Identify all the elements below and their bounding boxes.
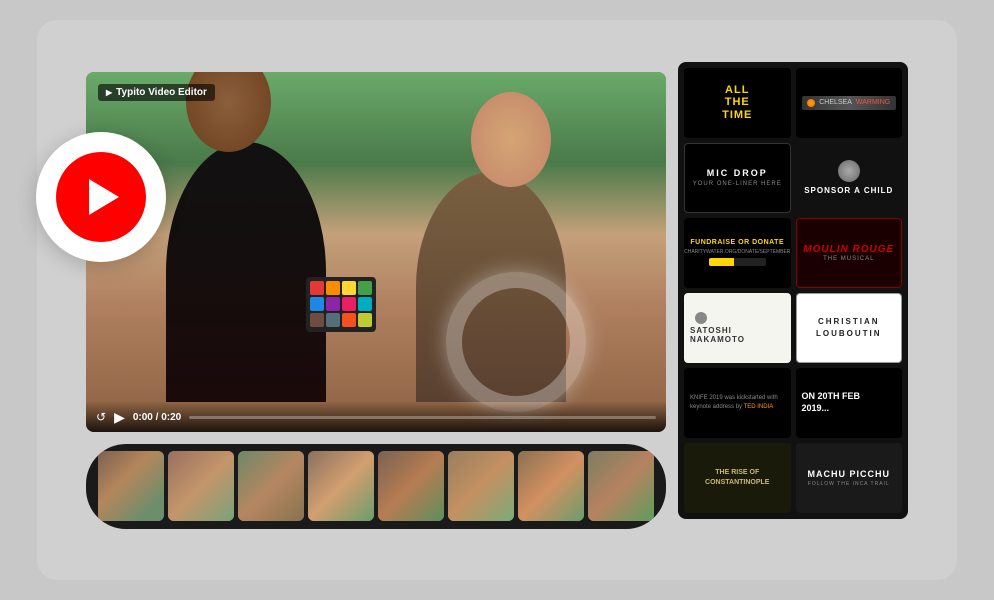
video-scene bbox=[86, 72, 666, 432]
video-player[interactable]: Typito Video Editor ↺ ▶ 0:00 / 0:20 bbox=[86, 72, 666, 432]
fundraise-progress-fill bbox=[709, 258, 735, 266]
template-panel: ALLTHETIME CHELSEA WARMING MIC DROP YOUR… bbox=[678, 62, 908, 519]
film-frame bbox=[238, 451, 304, 521]
film-frame bbox=[98, 451, 164, 521]
film-frame bbox=[308, 451, 374, 521]
play-button[interactable]: ▶ bbox=[114, 409, 125, 426]
machu-picchu-title: MACHU PICCHU bbox=[808, 469, 891, 479]
constantinople-title: THE RISE OFCONSTANTINOPLE bbox=[705, 468, 769, 486]
knife-text: KNIFE 2019 was kickstarted with keynote … bbox=[690, 394, 785, 411]
video-controls: ↺ ▶ 0:00 / 0:20 bbox=[86, 401, 666, 432]
machu-picchu-subtitle: FOLLOW THE INCA TRAIL bbox=[808, 481, 890, 487]
template-card-satoshi[interactable]: SATOSHI NAKAMOTO bbox=[684, 293, 791, 363]
time-display: 0:00 / 0:20 bbox=[133, 412, 181, 423]
satoshi-dot-icon bbox=[695, 312, 707, 324]
ring-light bbox=[446, 272, 586, 412]
fundraise-title: FUNDRAISE OR DONATE bbox=[690, 239, 784, 246]
chelsea-bar: CHELSEA WARMING bbox=[802, 96, 897, 110]
template-card-constantinople[interactable]: THE RISE OFCONSTANTINOPLE bbox=[684, 443, 791, 513]
moulin-rouge-subtitle: THE MUSICAL bbox=[823, 256, 874, 262]
warming-text: WARMING bbox=[856, 99, 890, 106]
outer-container: Typito Video Editor ↺ ▶ 0:00 / 0:20 bbox=[37, 20, 957, 580]
louboutin-title: CHRISTIANLOUBOUTIN bbox=[816, 316, 882, 338]
mic-drop-title: MIC DROP bbox=[707, 168, 768, 178]
film-frame bbox=[378, 451, 444, 521]
template-card-louboutin[interactable]: CHRISTIANLOUBOUTIN bbox=[796, 293, 903, 363]
youtube-icon bbox=[56, 152, 146, 242]
mic-drop-subtitle: YOUR ONE-LINER HERE bbox=[693, 181, 782, 187]
template-card-all-the-time[interactable]: ALLTHETIME bbox=[684, 68, 791, 138]
main-content: Typito Video Editor ↺ ▶ 0:00 / 0:20 bbox=[86, 72, 908, 529]
film-frame bbox=[588, 451, 654, 521]
feb-title: ON 20TH FEB2019... bbox=[802, 391, 861, 414]
sponsor-circle-icon bbox=[838, 160, 860, 182]
template-card-chelsea[interactable]: CHELSEA WARMING bbox=[796, 68, 903, 138]
progress-bar[interactable] bbox=[189, 416, 656, 419]
film-frame bbox=[518, 451, 584, 521]
template-card-moulin-rouge[interactable]: MOULIN ROUGE THE MUSICAL bbox=[796, 218, 903, 288]
template-card-knife-2019[interactable]: KNIFE 2019 was kickstarted with keynote … bbox=[684, 368, 791, 438]
satoshi-text: SATOSHI NAKAMOTO bbox=[690, 326, 785, 344]
template-card-mic-drop[interactable]: MIC DROP YOUR ONE-LINER HERE bbox=[684, 143, 791, 213]
fundraise-subtitle: CHARITYWATER.ORG/DONATE/SEPTEMBER bbox=[684, 249, 790, 255]
template-card-machu-picchu[interactable]: MACHU PICCHU FOLLOW THE INCA TRAIL bbox=[796, 443, 903, 513]
youtube-play-icon bbox=[89, 179, 119, 215]
typito-watermark: Typito Video Editor bbox=[98, 84, 215, 101]
template-card-on-20th-feb[interactable]: ON 20TH FEB2019... bbox=[796, 368, 903, 438]
youtube-overlay bbox=[36, 132, 166, 262]
chelsea-inner: CHELSEA WARMING bbox=[802, 96, 897, 110]
all-the-time-label: ALLTHETIME bbox=[722, 84, 752, 120]
chelsea-dot bbox=[807, 99, 815, 107]
moulin-rouge-title: MOULIN ROUGE bbox=[803, 244, 894, 255]
reload-icon[interactable]: ↺ bbox=[96, 410, 106, 424]
film-strip bbox=[86, 444, 666, 529]
sponsor-child-label: SPONSOR A CHILD bbox=[804, 186, 893, 195]
video-player-wrapper: Typito Video Editor ↺ ▶ 0:00 / 0:20 bbox=[86, 72, 666, 529]
template-card-sponsor-child[interactable]: SPONSOR A CHILD bbox=[796, 143, 903, 213]
template-card-fundraise[interactable]: FUNDRAISE OR DONATE CHARITYWATER.ORG/DON… bbox=[684, 218, 791, 288]
fundraise-progress-bar bbox=[709, 258, 766, 266]
film-frame bbox=[168, 451, 234, 521]
chelsea-text: CHELSEA bbox=[819, 99, 852, 106]
film-frame bbox=[448, 451, 514, 521]
